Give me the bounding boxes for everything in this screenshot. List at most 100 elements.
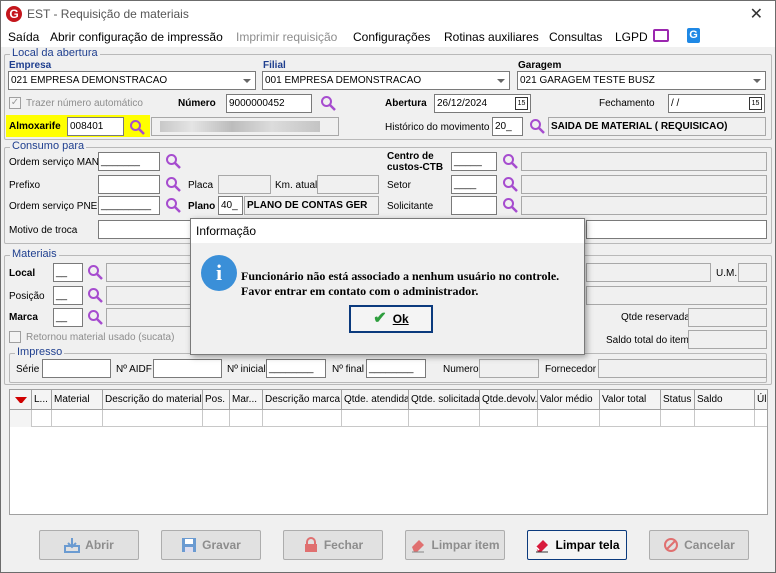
almoxarife-search-icon[interactable] — [129, 119, 145, 135]
numero-search-icon[interactable] — [320, 95, 336, 111]
abertura-calendar-icon[interactable]: 15 — [515, 97, 528, 110]
col-header[interactable]: Status — [661, 390, 695, 410]
table-header: L... Material Descrição do material Pos.… — [10, 390, 767, 410]
aidf-label: Nº AIDF — [116, 364, 152, 375]
solicitante-input[interactable] — [451, 196, 497, 215]
os-pne-label: Ordem serviço PNE — [9, 201, 98, 212]
prefixo-input[interactable] — [98, 175, 160, 194]
col-header[interactable]: Qtde. solicitada — [409, 390, 480, 410]
prefixo-search-icon[interactable] — [165, 176, 181, 192]
os-pne-input[interactable]: _________ — [98, 196, 160, 215]
close-window-button[interactable]: ✕ — [750, 4, 763, 24]
ok-button[interactable]: ✔ Ok — [349, 305, 433, 333]
limpar-item-button[interactable]: Limpar item — [405, 530, 505, 560]
materials-table[interactable]: L... Material Descrição do material Pos.… — [9, 389, 768, 515]
filial-select[interactable]: 001 EMPRESA DEMONSTRACAO — [262, 71, 510, 90]
marca-input[interactable]: __ — [53, 308, 83, 327]
abertura-date-input[interactable]: 26/12/2024 15 — [434, 94, 531, 113]
placa-label: Placa — [188, 180, 214, 191]
menu-saida[interactable]: Saída — [8, 30, 39, 44]
centro-custos-input[interactable]: _____ — [451, 152, 497, 171]
retornou-material-checkbox[interactable] — [9, 331, 21, 343]
posicao-input[interactable]: __ — [53, 286, 83, 305]
fechar-button[interactable]: Fechar — [283, 530, 383, 560]
dialog-message: Funcionário não está associado a nenhum … — [241, 269, 559, 299]
numero-input[interactable]: 9000000452 — [226, 94, 312, 113]
consumo-legend: Consumo para — [10, 140, 87, 152]
setor-search-icon[interactable] — [502, 176, 518, 192]
inicial-input[interactable]: ________ — [266, 359, 326, 378]
menu-rotinas-auxiliares[interactable]: Rotinas auxiliares — [444, 30, 539, 44]
col-header[interactable]: Qtde. atendida — [342, 390, 409, 410]
saldo-total-label: Saldo total do item — [606, 335, 689, 346]
menu-consultas[interactable]: Consultas — [549, 30, 602, 44]
local-input[interactable]: __ — [53, 263, 83, 282]
historico-search-icon[interactable] — [529, 118, 545, 134]
sort-indicator-icon[interactable] — [10, 390, 32, 410]
garagem-label: Garagem — [518, 60, 562, 71]
local-label: Local — [9, 268, 36, 279]
km-atual-field — [317, 175, 379, 194]
col-header[interactable]: Valor médio — [538, 390, 600, 410]
menu-abrir-configuracao[interactable]: Abrir configuração de impressão — [50, 30, 223, 44]
marca-desc-field — [106, 308, 192, 327]
historico-input[interactable]: 20_ — [492, 117, 523, 136]
col-header[interactable]: Material — [52, 390, 103, 410]
col-header[interactable]: Úl — [755, 390, 767, 410]
fechamento-calendar-icon[interactable]: 15 — [749, 97, 762, 110]
fechamento-date-value: / / — [671, 98, 680, 109]
plano-input[interactable]: 40_ — [218, 196, 243, 215]
motivo-troca-input[interactable] — [98, 220, 193, 239]
marca-search-icon[interactable] — [87, 309, 103, 325]
table-row[interactable] — [10, 410, 767, 427]
centro-custos-search-icon[interactable] — [502, 153, 518, 169]
col-header[interactable]: Descrição marca — [263, 390, 342, 410]
checkmark-icon: ✔ — [373, 310, 387, 327]
monitor-icon[interactable] — [653, 29, 669, 42]
fechar-label: Fechar — [323, 538, 364, 552]
fechamento-date-input[interactable]: / / 15 — [668, 94, 765, 113]
final-input[interactable]: ________ — [366, 359, 426, 378]
col-header[interactable]: Saldo — [695, 390, 755, 410]
posicao-search-icon[interactable] — [87, 287, 103, 303]
aidf-input[interactable] — [153, 359, 222, 378]
col-header[interactable]: Qtde.devolv. — [480, 390, 538, 410]
um-field — [738, 263, 767, 282]
gravar-button[interactable]: Gravar — [161, 530, 261, 560]
historico-desc-field: SAIDA DE MATERIAL ( REQUISICAO) — [548, 117, 766, 136]
empresa-select[interactable]: 021 EMPRESA DEMONSTRACAO — [8, 71, 256, 90]
col-header[interactable]: Pos. — [203, 390, 230, 410]
almoxarife-name-field — [151, 117, 339, 136]
centro-custos-desc-field — [521, 152, 767, 171]
app-logo-icon: G — [6, 6, 22, 22]
abrir-button[interactable]: Abrir — [39, 530, 139, 560]
almoxarife-label: Almoxarife — [9, 121, 61, 132]
serie-label: Série — [16, 364, 40, 375]
help-book-icon[interactable]: G — [687, 28, 700, 43]
col-header[interactable]: Mar... — [230, 390, 263, 410]
information-dialog: Informação i Funcionário não está associ… — [190, 218, 585, 355]
os-man-search-icon[interactable] — [165, 153, 181, 169]
impresso-numero-label: Numero — [443, 364, 479, 375]
os-man-input[interactable]: _______ — [98, 152, 160, 171]
local-search-icon[interactable] — [87, 264, 103, 280]
um-label: U.M. — [716, 268, 738, 279]
qtde-reservada-label: Qtde reservada — [621, 312, 690, 323]
limpar-tela-button[interactable]: Limpar tela — [527, 530, 627, 560]
window-title: EST - Requisição de materiais — [27, 7, 189, 21]
os-pne-search-icon[interactable] — [165, 197, 181, 213]
menu-configuracoes[interactable]: Configurações — [353, 30, 430, 44]
garagem-select[interactable]: 021 GARAGEM TESTE BUSZ — [517, 71, 766, 90]
posicao-label: Posição — [9, 291, 45, 302]
solicitante-search-icon[interactable] — [502, 197, 518, 213]
almoxarife-input[interactable]: 008401 — [67, 117, 124, 136]
col-header[interactable]: Valor total — [600, 390, 661, 410]
serie-input[interactable] — [42, 359, 111, 378]
setor-input[interactable]: ____ — [451, 175, 497, 194]
trazer-numero-checkbox[interactable]: ✓ — [9, 97, 21, 109]
cancelar-button[interactable]: Cancelar — [649, 530, 749, 560]
col-header[interactable]: Descrição do material — [103, 390, 203, 410]
numero-label: Número — [178, 98, 216, 109]
col-header[interactable]: L... — [32, 390, 52, 410]
menu-lgpd[interactable]: LGPD — [615, 30, 648, 44]
